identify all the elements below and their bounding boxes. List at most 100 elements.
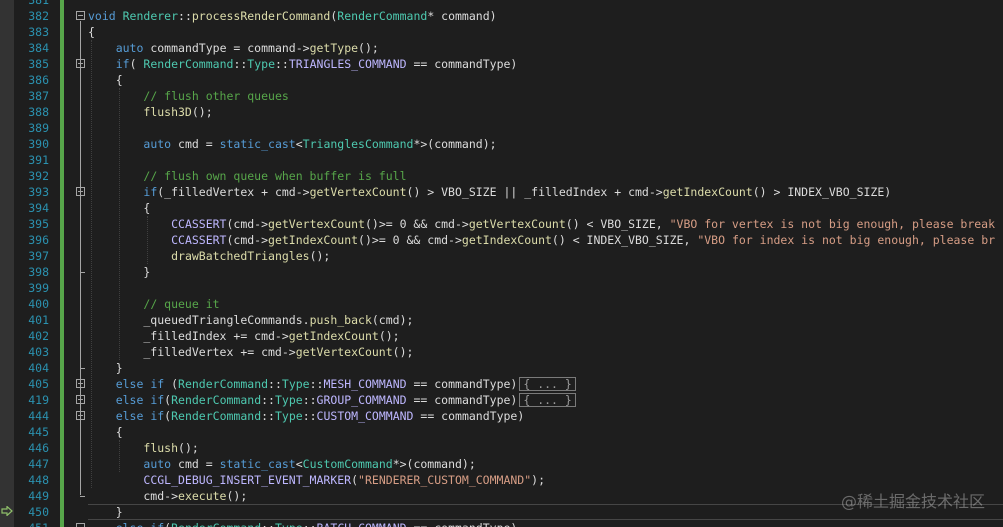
code-token: getVertexCount xyxy=(309,185,407,199)
code-line[interactable]: 396 CCASSERT(cmd->getIndexCount()>= 0 &&… xyxy=(0,232,1003,248)
code-line[interactable]: 395 CCASSERT(cmd->getVertexCount()>= 0 &… xyxy=(0,216,1003,232)
code-text: flush3D(); xyxy=(88,104,212,120)
code-token: :: xyxy=(268,377,282,391)
code-token: < xyxy=(295,137,303,151)
code-text: CCGL_DEBUG_INSERT_EVENT_MARKER("RENDERER… xyxy=(88,472,545,488)
code-line[interactable]: 405 else if (RenderCommand::Type::MESH_C… xyxy=(0,376,1003,392)
code-line[interactable]: 392 // flush own queue when buffer is fu… xyxy=(0,168,1003,184)
code-text: CCASSERT(cmd->getIndexCount()>= 0 && cmd… xyxy=(88,232,995,248)
code-line[interactable]: 399 xyxy=(0,280,1003,296)
code-text: CCASSERT(cmd->getVertexCount()>= 0 && cm… xyxy=(88,216,995,232)
code-line[interactable]: 384 auto commandType = command->getType(… xyxy=(0,40,1003,56)
code-text: } xyxy=(88,504,123,520)
code-token: void xyxy=(88,9,123,23)
code-token: RenderCommand xyxy=(337,9,428,23)
code-token: "VBO for index is not big enough, please… xyxy=(697,233,996,247)
code-token: TRIANGLES_COMMAND xyxy=(288,57,407,71)
code-token: CCASSERT xyxy=(171,217,227,231)
code-token: CustomCommand xyxy=(302,457,393,471)
line-number: 399 xyxy=(28,281,49,295)
code-line[interactable]: 445 { xyxy=(0,424,1003,440)
code-token: ); xyxy=(531,473,545,487)
indent-guide xyxy=(119,88,120,360)
code-token: getIndexCount xyxy=(662,185,753,199)
code-token: (); xyxy=(392,345,414,359)
code-token: flush3D xyxy=(143,105,192,119)
code-token: drawBatchedTriangles xyxy=(171,249,310,263)
code-line[interactable]: 444 else if(RenderCommand::Type::CUSTOM_… xyxy=(0,408,1003,424)
code-line[interactable]: 446 flush(); xyxy=(0,440,1003,456)
code-line[interactable]: 389 xyxy=(0,120,1003,136)
code-token: :: xyxy=(275,57,289,71)
code-token: Renderer xyxy=(122,9,179,23)
code-text: else if(RenderCommand::Type::GROUP_COMMA… xyxy=(88,392,576,408)
code-token: getIndexCount xyxy=(461,233,552,247)
code-line[interactable]: 419 else if(RenderCommand::Type::GROUP_C… xyxy=(0,392,1003,408)
code-line[interactable]: 451 else if(RenderCommand::Type::BATCH_C… xyxy=(0,520,1003,527)
code-line[interactable]: 400 // queue it xyxy=(0,296,1003,312)
code-line[interactable]: 382 void Renderer::processRenderCommand(R… xyxy=(0,8,1003,24)
code-line[interactable]: 385 if( RenderCommand::Type::TRIANGLES_C… xyxy=(0,56,1003,72)
code-token: ( xyxy=(351,473,359,487)
code-token: else if xyxy=(116,521,164,527)
code-token: processRenderCommand xyxy=(191,9,331,23)
code-token: :: xyxy=(178,9,192,23)
code-line[interactable]: 393 if(_filledVertex + cmd->getVertexCou… xyxy=(0,184,1003,200)
code-line[interactable]: 403 _filledVertex += cmd->getVertexCount… xyxy=(0,344,1003,360)
code-token: // flush own queue when buffer is full xyxy=(143,169,407,183)
line-number: 381 xyxy=(28,0,49,7)
code-line[interactable]: 404 } xyxy=(0,360,1003,376)
code-line[interactable]: 402 _filledIndex += cmd->getIndexCount()… xyxy=(0,328,1003,344)
line-number: 382 xyxy=(28,9,49,23)
line-number: 389 xyxy=(28,121,49,135)
code-token: (); xyxy=(358,41,379,55)
code-line[interactable]: 397 drawBatchedTriangles(); xyxy=(0,248,1003,264)
collapse-region-icon[interactable] xyxy=(76,11,85,20)
code-token: { xyxy=(88,425,123,439)
code-text: { xyxy=(88,24,95,40)
code-token: static_cast xyxy=(219,457,296,471)
line-number: 444 xyxy=(28,409,49,423)
code-token: ()>= 0 && cmd-> xyxy=(358,233,462,247)
code-token: (); xyxy=(378,329,400,343)
code-line[interactable]: 398 } xyxy=(0,264,1003,280)
collapsed-region-marker[interactable]: { ... } xyxy=(519,377,576,391)
code-line[interactable]: 394 { xyxy=(0,200,1003,216)
code-token: (); xyxy=(226,489,248,503)
code-line[interactable]: 401 _queuedTriangleCommands.push_back(cm… xyxy=(0,312,1003,328)
code-line[interactable]: 448 CCGL_DEBUG_INSERT_EVENT_MARKER("REND… xyxy=(0,472,1003,488)
collapse-region-icon[interactable] xyxy=(76,523,85,527)
code-editor[interactable]: 381382 void Renderer::processRenderComman… xyxy=(0,0,1003,527)
code-token: if xyxy=(115,57,130,71)
code-line[interactable]: 388 flush3D(); xyxy=(0,104,1003,120)
code-token: Type xyxy=(274,393,303,407)
code-token: RenderCommand xyxy=(143,57,234,71)
code-token: static_cast xyxy=(219,137,296,151)
code-line[interactable]: 390 auto cmd = static_cast<TrianglesComm… xyxy=(0,136,1003,152)
code-line[interactable]: 383 { xyxy=(0,24,1003,40)
code-line[interactable]: 391 xyxy=(0,152,1003,168)
code-token: auto xyxy=(143,457,172,471)
code-line[interactable]: 387 // flush other queues xyxy=(0,88,1003,104)
code-line[interactable]: 381 xyxy=(0,0,1003,8)
line-number: 397 xyxy=(28,249,49,263)
code-line[interactable]: 386 { xyxy=(0,72,1003,88)
indent-guide xyxy=(91,40,92,488)
line-number: 445 xyxy=(28,425,49,439)
code-token: cmd-> xyxy=(88,489,179,503)
code-token: () < INDEX_VBO_SIZE, xyxy=(551,233,698,247)
code-line[interactable]: 447 auto cmd = static_cast<CustomCommand… xyxy=(0,456,1003,472)
collapsed-region-marker[interactable]: { ... } xyxy=(519,393,576,407)
line-number: 400 xyxy=(28,297,49,311)
code-token: == commandType) xyxy=(406,57,518,71)
line-number: 385 xyxy=(28,57,49,71)
code-token: CCASSERT xyxy=(171,233,227,247)
code-token: () < VBO_SIZE, xyxy=(565,217,670,231)
code-token: commandType = command-> xyxy=(143,41,310,55)
